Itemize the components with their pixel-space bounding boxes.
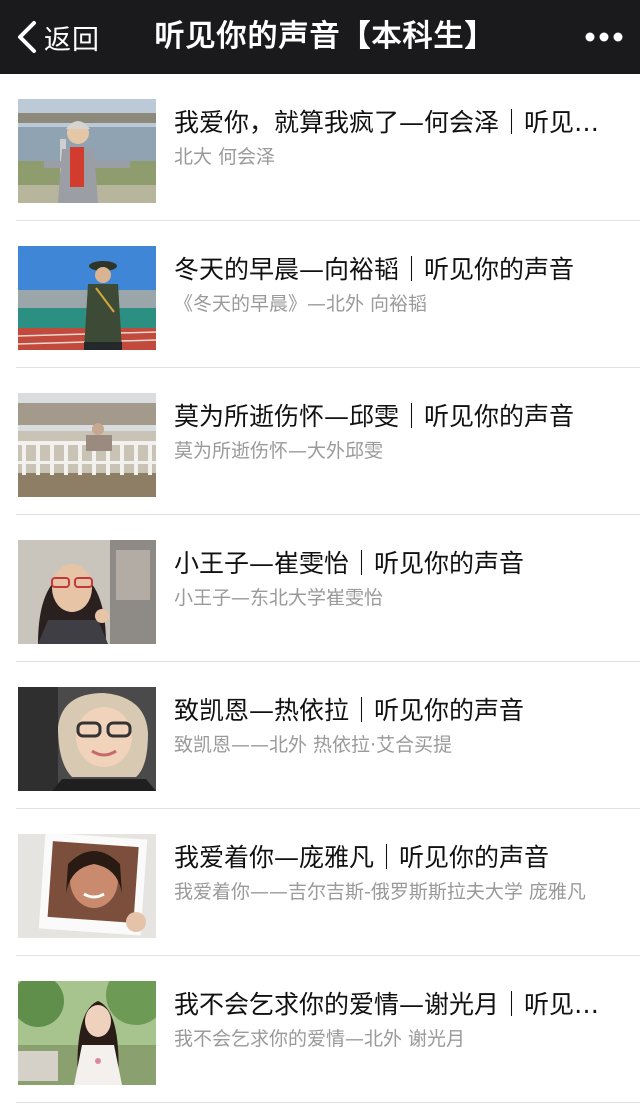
article-list: 我爱你，就算我疯了—何会泽｜听见你的声音 北大 何会泽 冬天的早晨—向裕韬｜听见… <box>0 74 640 1113</box>
article-subtitle: 小王子—东北大学崔雯怡 <box>174 587 384 609</box>
article-subtitle: 北大 何会泽 <box>174 146 276 168</box>
photo-girl-garden-image <box>18 981 156 1085</box>
article-thumbnail <box>18 981 156 1085</box>
list-item[interactable]: 莫为所逝伤怀—邱雯｜听见你的声音 莫为所逝伤怀—大外邱雯 <box>0 368 640 515</box>
photo-polaroid-girl-image <box>18 834 156 938</box>
article-thumbnail <box>18 834 156 938</box>
article-thumbnail <box>18 687 156 791</box>
list-item[interactable]: 冬天的早晨—向裕韬｜听见你的声音 《冬天的早晨》—北外 向裕韬 <box>0 221 640 368</box>
photo-girl-glasses-heart-image <box>18 540 156 644</box>
divider <box>16 1102 640 1103</box>
article-subtitle: 致凯恩——北外 热依拉·艾合买提 <box>174 734 453 756</box>
list-item[interactable]: 致凯恩—热依拉｜听见你的声音 致凯恩——北外 热依拉·艾合买提 <box>0 662 640 809</box>
article-title: 我爱着你—庞雅凡｜听见你的声音 <box>174 843 550 872</box>
photo-uniform-track-image <box>18 246 156 350</box>
article-subtitle: 《冬天的早晨》—北外 向裕韬 <box>174 293 428 315</box>
list-item[interactable]: 我爱你，就算我疯了—何会泽｜听见你的声音 北大 何会泽 <box>0 74 640 221</box>
photo-girl-headscarf-image <box>18 687 156 791</box>
list-item[interactable]: 我不会乞求你的爱情—谢光月｜听见你的声音 我不会乞求你的爱情—北外 谢光月 <box>0 956 640 1103</box>
article-subtitle: 我不会乞求你的爱情—北外 谢光月 <box>174 1028 466 1050</box>
article-title: 我不会乞求你的爱情—谢光月｜听见你的声音 <box>174 990 618 1019</box>
more-icon <box>585 32 623 42</box>
article-title: 小王子—崔雯怡｜听见你的声音 <box>174 549 525 578</box>
article-subtitle: 我爱着你——吉尔吉斯-俄罗斯斯拉夫大学 庞雅凡 <box>174 881 586 903</box>
article-title: 冬天的早晨—向裕韬｜听见你的声音 <box>174 255 575 284</box>
more-button[interactable] <box>584 0 624 74</box>
article-thumbnail <box>18 393 156 497</box>
article-title: 我爱你，就算我疯了—何会泽｜听见你的声音 <box>174 108 618 137</box>
page-title: 听见你的声音【本科生】 <box>154 19 496 54</box>
photo-balcony-railing-image <box>18 393 156 497</box>
article-title: 致凯恩—热依拉｜听见你的声音 <box>174 696 525 725</box>
article-title: 莫为所逝伤怀—邱雯｜听见你的声音 <box>174 402 575 431</box>
list-item[interactable]: 小王子—崔雯怡｜听见你的声音 小王子—东北大学崔雯怡 <box>0 515 640 662</box>
article-thumbnail <box>18 246 156 350</box>
top-nav-bar: 返回 听见你的声音【本科生】 <box>0 0 640 74</box>
article-thumbnail <box>18 540 156 644</box>
article-thumbnail <box>18 99 156 203</box>
article-subtitle: 莫为所逝伤怀—大外邱雯 <box>174 440 384 462</box>
list-item[interactable]: 我爱着你—庞雅凡｜听见你的声音 我爱着你——吉尔吉斯-俄罗斯斯拉夫大学 庞雅凡 <box>0 809 640 956</box>
photo-woman-riverside-image <box>18 99 156 203</box>
